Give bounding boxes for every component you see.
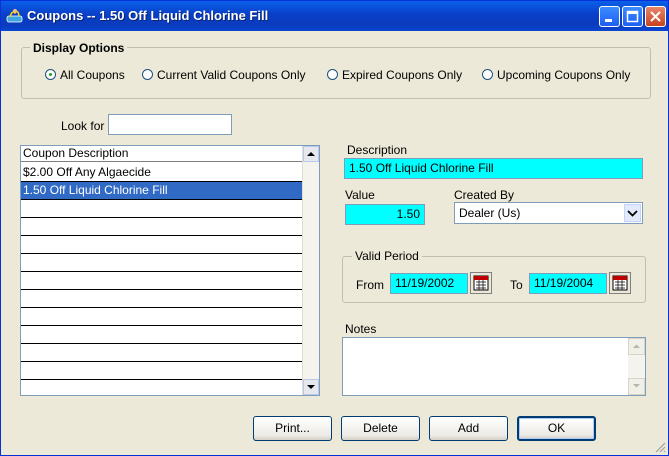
radio-circle[interactable] — [142, 69, 153, 80]
scroll-down-button[interactable] — [303, 379, 319, 395]
radio-circle[interactable] — [327, 69, 338, 80]
from-label: From — [356, 278, 384, 292]
list-item[interactable] — [21, 272, 302, 290]
notes-textarea[interactable] — [342, 337, 646, 396]
radio-label: Upcoming Coupons Only — [497, 68, 631, 82]
radio-label: Current Valid Coupons Only — [157, 68, 306, 82]
dropdown-button[interactable] — [624, 204, 641, 222]
calendar-icon — [612, 275, 628, 291]
list-item[interactable] — [21, 290, 302, 308]
list-item[interactable] — [21, 218, 302, 236]
from-date-input[interactable]: 11/19/2002 — [390, 273, 468, 294]
to-label: To — [510, 278, 523, 292]
list-scrollbar[interactable] — [302, 146, 319, 395]
display-options-label: Display Options — [30, 41, 128, 55]
value-input[interactable]: 1.50 — [345, 204, 425, 225]
arrow-down-icon — [307, 385, 315, 389]
coupon-list[interactable]: Coupon Description $2.00 Off Any Algaeci… — [20, 145, 320, 396]
list-header-coupon-description[interactable]: Coupon Description — [21, 146, 302, 162]
created-by-select[interactable]: Dealer (Us) — [454, 202, 643, 224]
minimize-button[interactable] — [599, 6, 620, 27]
look-for-label: Look for — [61, 119, 105, 133]
ok-button[interactable]: OK — [517, 416, 596, 441]
arrow-up-icon — [307, 152, 315, 156]
list-item[interactable]: 1.50 Off Liquid Chlorine Fill — [21, 182, 302, 200]
list-item[interactable] — [21, 200, 302, 218]
scroll-up-button[interactable] — [303, 146, 319, 162]
resize-grip-icon[interactable] — [654, 441, 666, 453]
pool-app-icon — [6, 9, 23, 23]
look-for-input[interactable] — [108, 114, 232, 135]
list-item[interactable] — [21, 254, 302, 272]
coupons-window: Coupons -- 1.50 Off Liquid Chlorine Fill… — [0, 0, 669, 456]
list-item[interactable] — [21, 344, 302, 362]
close-icon — [650, 11, 661, 22]
value-label: Value — [345, 188, 375, 202]
print-button[interactable]: Print... — [253, 416, 332, 441]
from-calendar-button[interactable] — [470, 272, 492, 294]
valid-period-label: Valid Period — [352, 249, 422, 263]
close-button[interactable] — [645, 6, 666, 27]
window-title: Coupons -- 1.50 Off Liquid Chlorine Fill — [27, 8, 269, 23]
list-item[interactable] — [21, 362, 302, 380]
add-button[interactable]: Add — [429, 416, 508, 441]
maximize-icon — [626, 10, 639, 23]
list-item[interactable] — [21, 380, 302, 395]
list-item[interactable] — [21, 326, 302, 344]
title-bar[interactable]: Coupons -- 1.50 Off Liquid Chlorine Fill — [1, 1, 668, 31]
calendar-icon — [473, 275, 489, 291]
to-calendar-button[interactable] — [609, 272, 631, 294]
minimize-icon — [605, 19, 612, 22]
list-item[interactable] — [21, 308, 302, 326]
list-item[interactable]: $2.00 Off Any Algaecide — [21, 164, 302, 182]
radio-label: All Coupons — [60, 68, 125, 82]
description-input[interactable]: 1.50 Off Liquid Chlorine Fill — [344, 158, 643, 179]
scroll-arrows-icon — [628, 338, 645, 395]
radio-circle[interactable] — [45, 69, 56, 80]
created-by-value: Dealer (Us) — [459, 206, 521, 220]
maximize-button[interactable] — [622, 6, 643, 27]
radio-label: Expired Coupons Only — [342, 68, 463, 82]
description-label: Description — [347, 143, 408, 157]
delete-button[interactable]: Delete — [341, 416, 420, 441]
created-by-label: Created By — [454, 188, 515, 202]
list-item[interactable] — [21, 236, 302, 254]
notes-label: Notes — [345, 322, 377, 336]
notes-scrollbar[interactable] — [628, 338, 645, 395]
chevron-down-icon — [627, 210, 638, 217]
radio-circle[interactable] — [482, 69, 493, 80]
to-date-input[interactable]: 11/19/2004 — [529, 273, 607, 294]
